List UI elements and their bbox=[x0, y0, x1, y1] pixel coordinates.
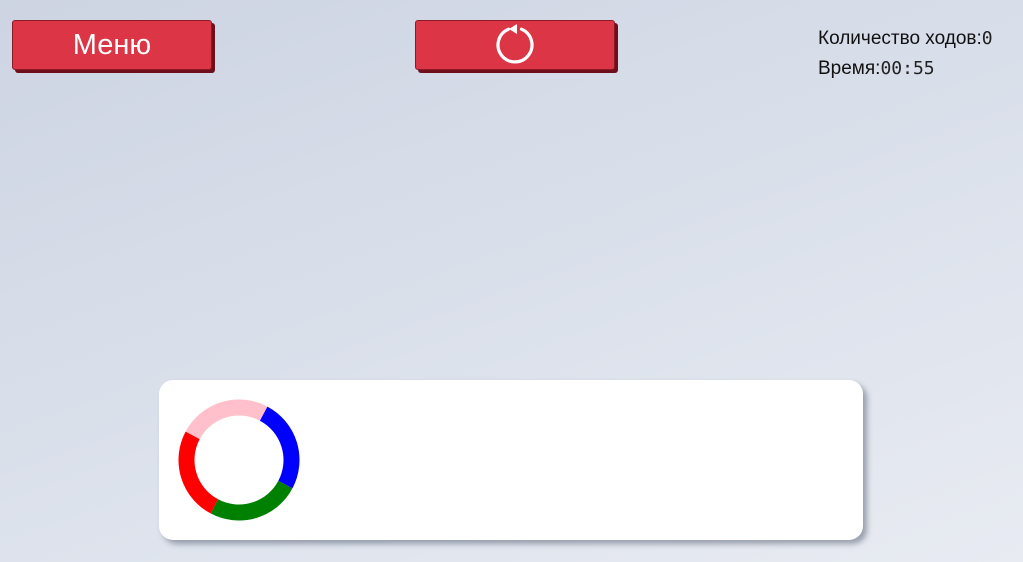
color-ring bbox=[178, 399, 300, 521]
restart-icon bbox=[496, 24, 534, 64]
ring-segment-blue bbox=[259, 406, 300, 489]
menu-button[interactable]: Меню bbox=[12, 20, 212, 70]
moves-counter: Количество ходов:0 bbox=[818, 24, 993, 54]
ring-piece[interactable] bbox=[178, 399, 300, 521]
moves-value: 0 bbox=[981, 28, 993, 49]
time-value: 00:55 bbox=[880, 58, 935, 79]
restart-button[interactable] bbox=[415, 20, 615, 70]
pieces-panel bbox=[159, 380, 863, 540]
ring-segment-red bbox=[178, 431, 219, 514]
timer: Время:00:55 bbox=[818, 54, 993, 84]
time-label: Время: bbox=[818, 58, 881, 79]
ring-segment-pink bbox=[185, 399, 268, 440]
game-stats: Количество ходов:0 Время:00:55 bbox=[818, 24, 993, 84]
ring-segment-green bbox=[210, 480, 293, 521]
moves-label: Количество ходов: bbox=[818, 28, 982, 49]
menu-button-label: Меню bbox=[72, 28, 152, 61]
